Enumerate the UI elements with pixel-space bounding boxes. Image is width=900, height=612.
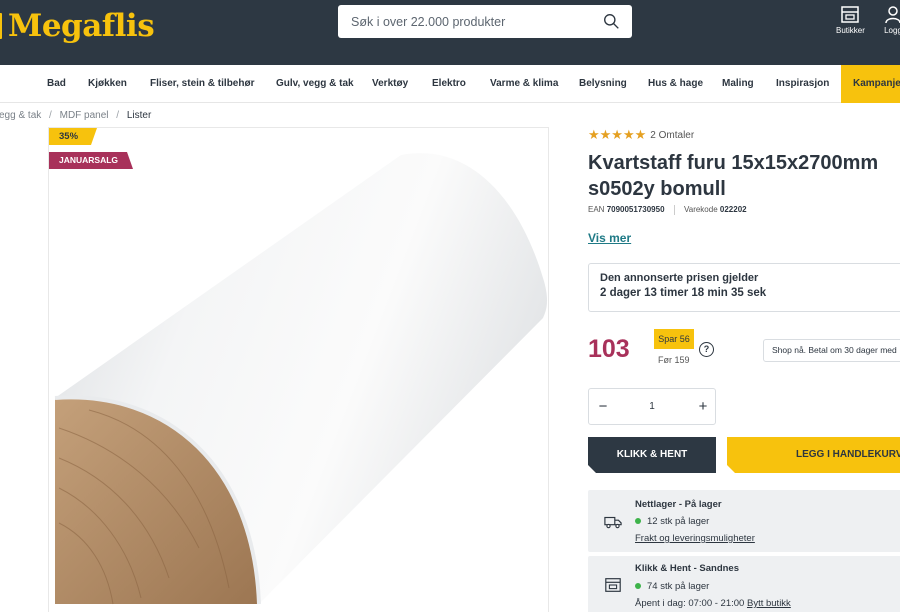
nav-item-varme[interactable]: Varme & klima (490, 65, 558, 103)
store-stock-panel: Klikk & Hent - Sandnes 74 stk på lager Å… (588, 556, 900, 612)
nav-item-inspirasjon[interactable]: Inspirasjon (776, 65, 829, 103)
online-stock-qty: 12 stk på lager (635, 516, 709, 527)
product-image (54, 153, 548, 605)
ean-value: 7090051730950 (606, 205, 665, 215)
main-nav: Bad Kjøkken Fliser, stein & tilbehør Gul… (0, 65, 900, 103)
store-stock-qty: 74 stk på lager (635, 581, 709, 592)
discount-badge: 35% (49, 128, 97, 145)
star-rating-icon: ★★★★★ (588, 127, 647, 142)
rating[interactable]: ★★★★★ 2 Omtaler (588, 127, 694, 143)
logo-text: Megaflis (8, 8, 155, 44)
truck-icon (604, 516, 622, 529)
click-collect-button[interactable]: KLIKK & HENT (588, 437, 716, 473)
nav-item-elektro[interactable]: Elektro (432, 65, 466, 103)
sku-label: Varekode (684, 205, 718, 215)
login-link[interactable]: Logg (883, 4, 900, 35)
countdown-text: 2 dager 13 timer 18 min 35 sek (600, 287, 767, 299)
nav-item-gulv[interactable]: Gulv, vegg & tak (276, 65, 354, 103)
review-count[interactable]: 2 Omtaler (650, 130, 694, 141)
breadcrumb-separator: / (116, 110, 120, 121)
store-stock-title: Klikk & Hent - Sandnes (635, 563, 739, 574)
nav-item-belysning[interactable]: Belysning (579, 65, 627, 103)
login-label: Logg (884, 26, 900, 35)
show-more-link[interactable]: Vis mer (588, 231, 631, 245)
product-title: Kvartstaff furu 15x15x2700mm s0502y bomu… (588, 152, 879, 200)
breadcrumb-item[interactable]: MDF panel (60, 110, 109, 121)
breadcrumb-separator: / (49, 110, 52, 121)
nav-item-bad[interactable]: Bad (47, 65, 66, 103)
search-box[interactable] (338, 5, 632, 38)
price-notice: Den annonserte prisen gjelder 2 dager 13… (588, 263, 900, 312)
quantity-stepper: − 1 + (588, 388, 716, 425)
logo-mark (0, 13, 2, 39)
stores-label: Butikker (836, 26, 865, 35)
online-stock-title: Nettlager - På lager (635, 499, 722, 510)
delivery-options-link[interactable]: Frakt og leveringsmuligheter (635, 533, 755, 544)
breadcrumb-current: Lister (126, 110, 152, 121)
product-meta: EAN 7090051730950 Varekode 022202 (588, 205, 747, 215)
in-stock-dot-icon (635, 583, 641, 590)
user-icon (885, 6, 900, 24)
nav-item-fliser[interactable]: Fliser, stein & tilbehør (150, 65, 254, 103)
ean-label: EAN (588, 205, 605, 215)
store-icon (841, 6, 860, 23)
search-input[interactable] (338, 5, 588, 38)
add-to-cart-button[interactable]: LEGG I HANDLEKURV (727, 437, 900, 473)
breadcrumb-item[interactable]: vegg & tak (0, 110, 41, 121)
search-icon[interactable] (603, 13, 620, 30)
change-store-link[interactable]: Bytt butikk (747, 598, 791, 609)
online-stock-panel: Nettlager - På lager 12 stk på lager Fra… (588, 490, 900, 552)
help-icon[interactable]: ? (699, 342, 714, 357)
store-hours: Åpent i dag: 07:00 - 21:00 Bytt butikk (635, 598, 791, 609)
site-header: Megaflis Butikker Logg (0, 0, 900, 65)
nav-item-verktoy[interactable]: Verktøy (372, 65, 408, 103)
nav-item-kjokken[interactable]: Kjøkken (88, 65, 127, 103)
stores-link[interactable]: Butikker (836, 4, 865, 35)
breadcrumb: vegg & tak / MDF panel / Lister (0, 110, 151, 121)
previous-price: Før 159 (658, 355, 690, 365)
quantity-value[interactable]: 1 (617, 389, 687, 424)
sku-value: 022202 (719, 205, 747, 215)
product-image-panel[interactable] (48, 127, 549, 612)
nav-item-hus-hage[interactable]: Hus & hage (648, 65, 703, 103)
nav-item-maling[interactable]: Maling (722, 65, 754, 103)
save-badge: Spar 56 (654, 329, 694, 349)
campaign-badge: JANUARSALG (49, 152, 133, 169)
store-icon (605, 578, 621, 592)
notice-text: Den annonserte prisen gjelder (600, 272, 759, 284)
quantity-minus-button[interactable]: − (589, 389, 617, 424)
logo[interactable]: Megaflis (0, 8, 155, 44)
in-stock-dot-icon (635, 518, 641, 525)
nav-item-kampanje[interactable]: Kampanje (841, 65, 900, 103)
quantity-plus-button[interactable]: + (689, 389, 717, 424)
price: 103 (588, 335, 630, 363)
meta-divider (673, 205, 675, 215)
pay-later-pill[interactable]: Shop nå. Betal om 30 dager med (763, 339, 900, 362)
